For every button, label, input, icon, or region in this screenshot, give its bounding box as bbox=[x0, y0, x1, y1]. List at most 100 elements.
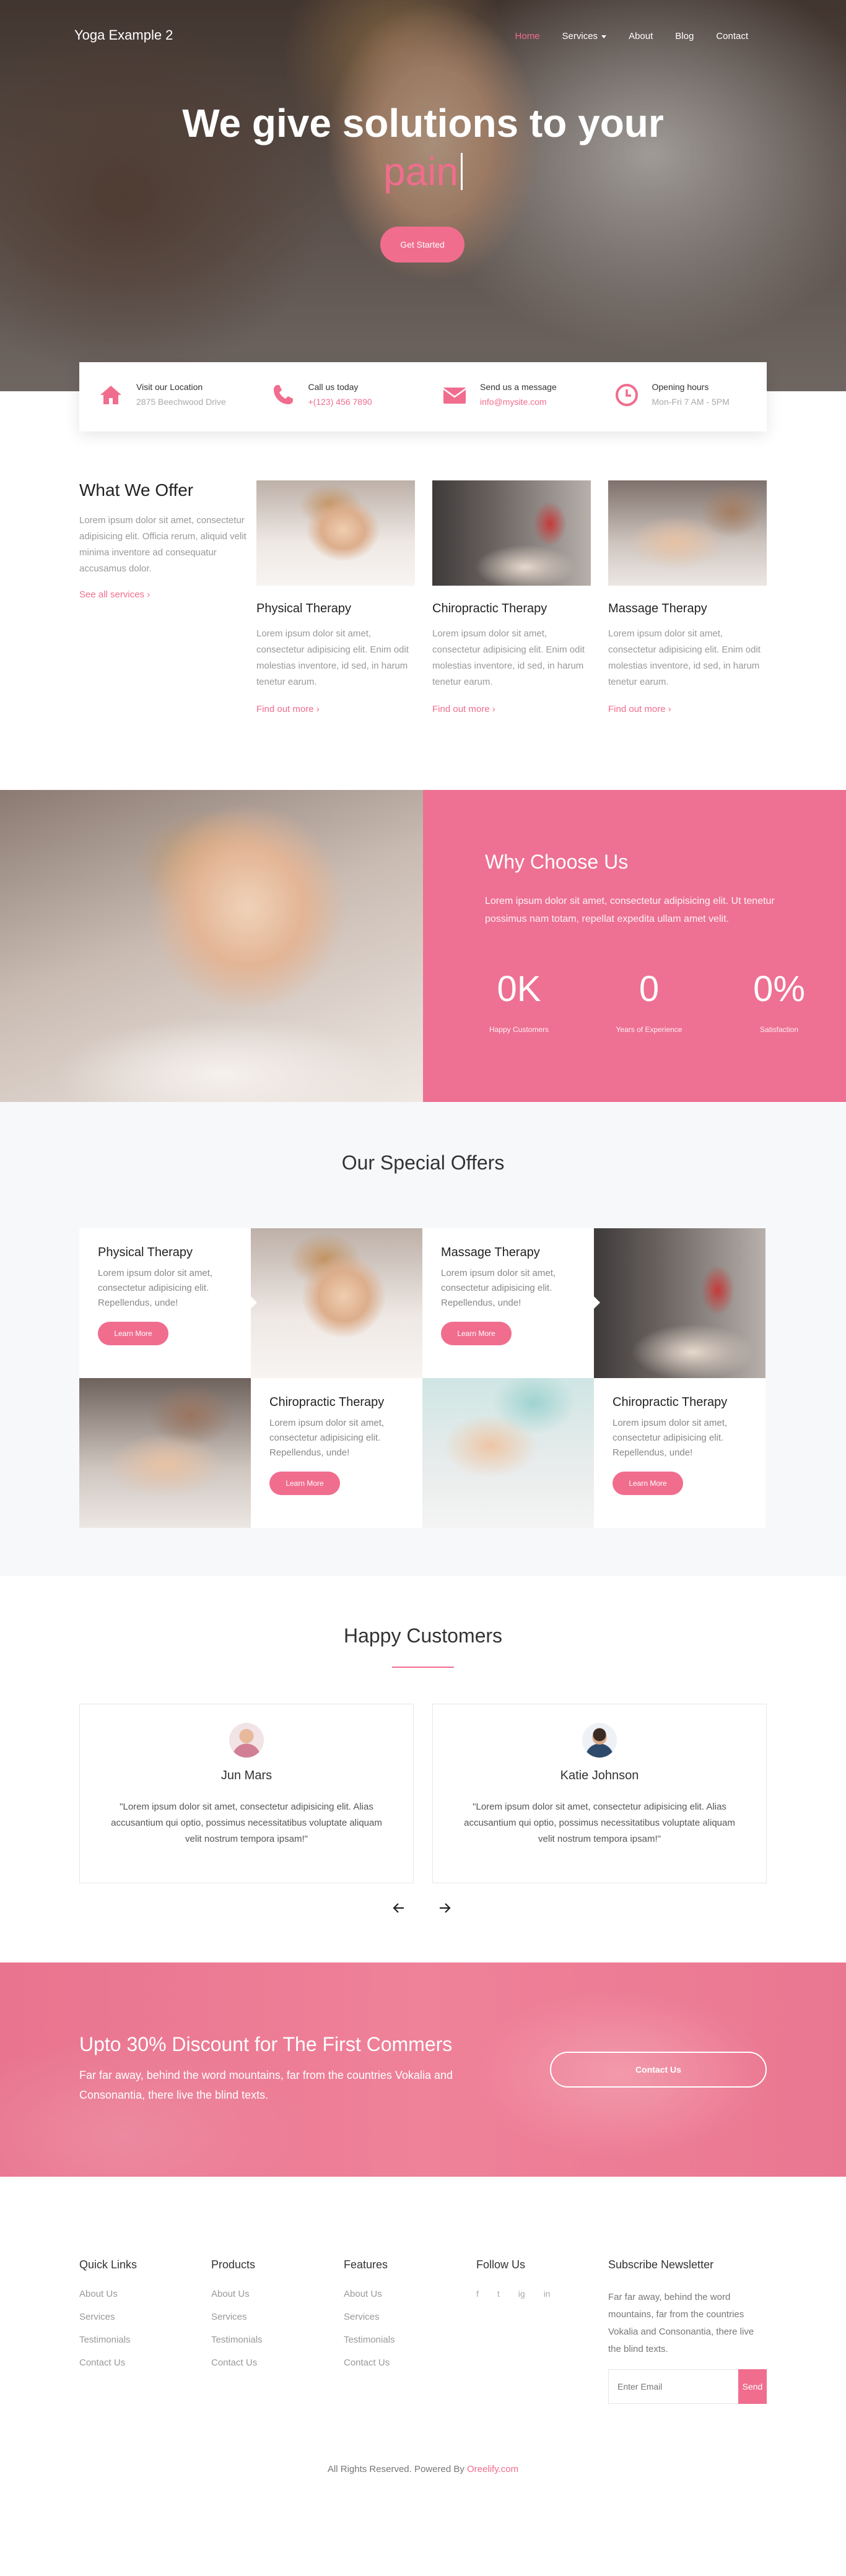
offer-text: Lorem ipsum dolor sit amet, consectetur … bbox=[98, 1268, 213, 1308]
social-icons: f t ig in bbox=[476, 2289, 551, 2299]
footer-link[interactable]: Testimonials bbox=[344, 2335, 395, 2345]
service-card: Physical Therapy Lorem ipsum dolor sit a… bbox=[256, 480, 415, 715]
offer-card: Massage Therapy Lorem ipsum dolor sit am… bbox=[422, 1228, 600, 1378]
see-all-services-label: See all services bbox=[79, 589, 145, 600]
twitter-icon[interactable]: t bbox=[497, 2289, 500, 2299]
discount-title: Upto 30% Discount for The First Commers bbox=[79, 2033, 453, 2055]
info-email: Send us a message info@mysite.com bbox=[423, 362, 595, 432]
footer-heading: Follow Us bbox=[476, 2258, 526, 2271]
arrow-left-icon[interactable] bbox=[391, 1901, 406, 1915]
get-started-button[interactable]: Get Started bbox=[380, 227, 464, 262]
discount-banner: Upto 30% Discount for The First Commers … bbox=[0, 1962, 846, 2177]
section-title: Our Special Offers bbox=[341, 1151, 505, 1174]
service-text: Lorem ipsum dolor sit amet, consectetur … bbox=[608, 628, 761, 687]
send-button[interactable]: Send bbox=[738, 2369, 767, 2404]
offer-title: Chiropractic Therapy bbox=[269, 1395, 385, 1409]
arrow-right-icon[interactable] bbox=[437, 1901, 452, 1915]
footer-link[interactable]: Testimonials bbox=[79, 2335, 137, 2345]
testimonial-name: Katie Johnson bbox=[560, 1769, 639, 1782]
copyright: All Rights Reserved. Powered By Oreelify… bbox=[0, 2464, 846, 2474]
linkedin-icon[interactable]: in bbox=[544, 2289, 551, 2299]
info-title: Call us today bbox=[308, 382, 359, 392]
learn-more-button[interactable]: Learn More bbox=[441, 1322, 512, 1345]
newsletter-text: Far far away, behind the word mountains,… bbox=[608, 2292, 754, 2354]
stat-label: Happy Customers bbox=[489, 1025, 549, 1034]
find-out-more-link[interactable]: Find out more › bbox=[256, 704, 320, 714]
stat-value: 0K bbox=[497, 969, 541, 1009]
info-email-text: Send us a message info@mysite.com bbox=[480, 382, 557, 407]
footer-link[interactable]: About Us bbox=[211, 2289, 263, 2299]
offer-image bbox=[594, 1228, 765, 1378]
footer-heading: Products bbox=[211, 2258, 256, 2271]
footer: Quick Links About Us Services Testimonia… bbox=[0, 2177, 846, 2576]
footer-heading: Features bbox=[344, 2258, 388, 2271]
learn-more-button[interactable]: Learn More bbox=[98, 1322, 168, 1345]
footer-link[interactable]: Contact Us bbox=[344, 2357, 395, 2368]
service-image bbox=[432, 480, 591, 586]
info-phone: Call us today +(123) 456 7890 bbox=[251, 362, 424, 432]
footer-heading: Subscribe Newsletter bbox=[608, 2258, 714, 2271]
nav-item-home[interactable]: Home bbox=[515, 31, 540, 41]
service-text: Lorem ipsum dolor sit amet, consectetur … bbox=[432, 628, 585, 687]
contact-us-button[interactable]: Contact Us bbox=[550, 2052, 767, 2088]
nav-menu: Home Services About Blog Contact bbox=[515, 31, 748, 41]
hero-section: Yoga Example 2 Home Services About Blog … bbox=[0, 0, 846, 391]
facebook-icon[interactable]: f bbox=[476, 2289, 479, 2299]
offer-image bbox=[422, 1378, 594, 1528]
info-hours-text: Opening hours Mon-Fri 7 AM - 5PM bbox=[652, 382, 730, 407]
service-title: Massage Therapy bbox=[608, 602, 707, 615]
card-pointer bbox=[251, 1296, 257, 1309]
nav-item-about[interactable]: About bbox=[629, 31, 653, 41]
hero-typed-text: pain bbox=[0, 147, 846, 196]
footer-link[interactable]: Contact Us bbox=[211, 2357, 263, 2368]
instagram-icon[interactable]: ig bbox=[518, 2289, 525, 2299]
footer-link[interactable]: Contact Us bbox=[79, 2357, 137, 2368]
offer-text: Lorem ipsum dolor sit amet, consectetur … bbox=[613, 1418, 728, 1458]
info-title: Opening hours bbox=[652, 382, 709, 392]
footer-link[interactable]: Services bbox=[79, 2312, 137, 2322]
top-navbar: Yoga Example 2 Home Services About Blog … bbox=[0, 0, 846, 74]
offer-text: Lorem ipsum dolor sit amet, consectetur … bbox=[441, 1268, 556, 1308]
offer-image bbox=[79, 1378, 251, 1528]
avatar bbox=[582, 1723, 617, 1758]
footer-newsletter: Subscribe Newsletter Far far away, behin… bbox=[608, 2258, 769, 2404]
home-icon bbox=[100, 386, 121, 404]
footer-link[interactable]: Services bbox=[211, 2312, 263, 2322]
why-choose-us-section: Why Choose Us Lorem ipsum dolor sit amet… bbox=[0, 790, 846, 1102]
carousel-controls bbox=[391, 1901, 452, 1915]
testimonial-card: Jun Mars "Lorem ipsum dolor sit amet, co… bbox=[79, 1704, 414, 1883]
special-offers-section: Our Special Offers Physical Therapy Lore… bbox=[0, 1102, 846, 1576]
section-title: What We Offer bbox=[79, 480, 194, 500]
footer-features: Features About Us Services Testimonials … bbox=[344, 2258, 395, 2380]
find-out-more-label: Find out more bbox=[608, 704, 666, 714]
testimonial-quote: "Lorem ipsum dolor sit amet, consectetur… bbox=[464, 1802, 735, 1844]
learn-more-button[interactable]: Learn More bbox=[269, 1472, 340, 1495]
testimonial-quote: "Lorem ipsum dolor sit amet, consectetur… bbox=[111, 1802, 382, 1844]
footer-link[interactable]: About Us bbox=[344, 2289, 395, 2299]
stat-value: 0% bbox=[753, 969, 805, 1009]
envelope-icon bbox=[443, 388, 466, 404]
why-image bbox=[0, 790, 423, 1102]
email-link[interactable]: info@mysite.com bbox=[480, 397, 557, 407]
service-card: Massage Therapy Lorem ipsum dolor sit am… bbox=[608, 480, 767, 715]
see-all-services-link[interactable]: See all services › bbox=[79, 589, 150, 600]
section-title: Happy Customers bbox=[343, 1624, 503, 1647]
footer-link[interactable]: About Us bbox=[79, 2289, 137, 2299]
nav-item-blog[interactable]: Blog bbox=[675, 31, 694, 41]
find-out-more-link[interactable]: Find out more › bbox=[432, 704, 495, 714]
stat-value: 0 bbox=[639, 969, 660, 1009]
info-value: Mon-Fri 7 AM - 5PM bbox=[652, 397, 730, 407]
what-we-offer-section: What We Offer Lorem ipsum dolor sit amet… bbox=[79, 480, 767, 740]
learn-more-button[interactable]: Learn More bbox=[613, 1472, 683, 1495]
footer-link[interactable]: Services bbox=[344, 2312, 395, 2322]
find-out-more-link[interactable]: Find out more › bbox=[608, 704, 671, 714]
nav-item-contact[interactable]: Contact bbox=[716, 31, 748, 41]
footer-link[interactable]: Testimonials bbox=[211, 2335, 263, 2345]
testimonial-name: Jun Mars bbox=[220, 1769, 273, 1782]
phone-link[interactable]: +(123) 456 7890 bbox=[308, 397, 372, 407]
copyright-link[interactable]: Oreelify.com bbox=[467, 2464, 518, 2474]
nav-item-services[interactable]: Services bbox=[562, 31, 607, 41]
email-field[interactable] bbox=[608, 2369, 738, 2404]
brand-logo[interactable]: Yoga Example 2 bbox=[74, 27, 173, 43]
contact-info-bar: Visit our Location 2875 Beechwood Drive … bbox=[79, 362, 767, 432]
